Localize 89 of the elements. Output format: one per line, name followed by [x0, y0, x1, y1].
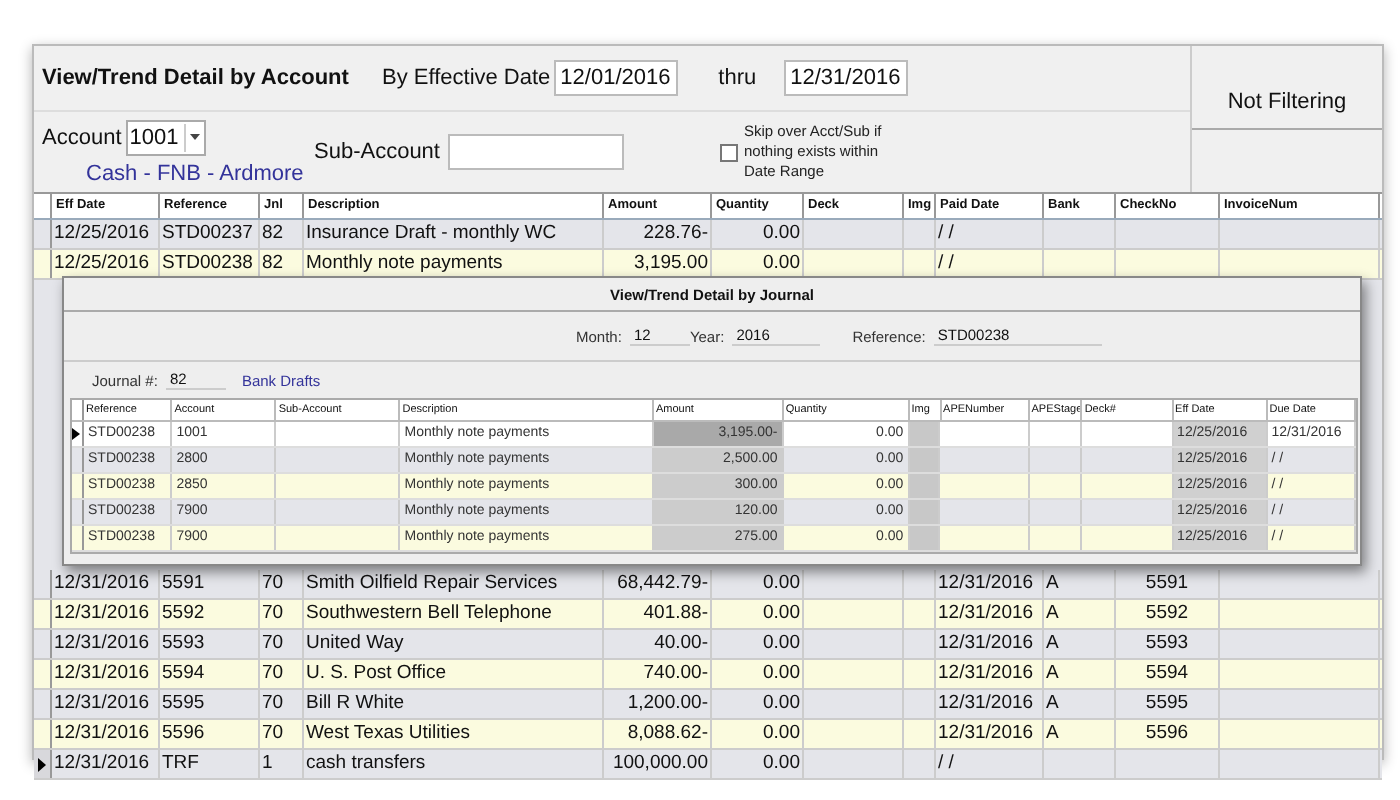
- table-cell: 228.76-: [604, 220, 712, 248]
- table-cell: 70: [260, 660, 304, 688]
- table-cell: 5591: [1116, 570, 1220, 598]
- table-cell: 12/31/2016: [936, 660, 1044, 688]
- table-cell: [909, 474, 941, 498]
- row-selector[interactable]: [34, 750, 52, 778]
- table-cell: TRF: [160, 750, 260, 778]
- table-cell: 12/31/2016: [52, 720, 160, 748]
- table-cell: 5595: [160, 690, 260, 718]
- window-title: View/Trend Detail by Account: [42, 66, 351, 90]
- table-cell: 0.00: [712, 750, 804, 778]
- filter-status: Not Filtering: [1192, 90, 1382, 130]
- table-cell: Smith Oilfield Repair Services: [304, 570, 604, 598]
- sub-account-field[interactable]: [447, 134, 624, 170]
- skip-checkbox[interactable]: [719, 143, 738, 161]
- table-cell: / /: [936, 220, 1044, 248]
- date-label: By Effective Date: [382, 66, 551, 90]
- table-cell: [909, 526, 941, 550]
- table-cell: 12/31/2016: [52, 690, 160, 718]
- table-cell: 1,200.00-: [604, 690, 712, 718]
- table-cell: 70: [260, 720, 304, 748]
- table-cell: 70: [260, 690, 304, 718]
- table-cell: 401.88-: [604, 600, 712, 628]
- table-cell: 5591: [160, 570, 260, 598]
- table-cell: Insurance Draft - monthly WC: [304, 220, 604, 248]
- table-cell: West Texas Utilities: [304, 720, 604, 748]
- table-cell: 12/31/2016: [52, 750, 160, 778]
- table-cell: [909, 448, 941, 472]
- table-cell: STD00237: [160, 220, 260, 248]
- table-cell: United Way: [304, 630, 604, 658]
- row-pointer-icon: [38, 757, 46, 771]
- table-cell: 12/25/2016: [52, 220, 160, 248]
- table-cell: Bill R White: [304, 690, 604, 718]
- table-cell: 8,088.62-: [604, 720, 712, 748]
- table-cell: 12/31/2016: [52, 600, 160, 628]
- table-cell: 12/31/2016: [936, 720, 1044, 748]
- table-cell: 70: [260, 570, 304, 598]
- table-cell: 70: [260, 600, 304, 628]
- table-cell: 5596: [1116, 720, 1220, 748]
- table-cell: 5593: [1116, 630, 1220, 658]
- table-cell: 0.00: [712, 630, 804, 658]
- table-cell: A: [1044, 630, 1116, 658]
- table-cell: 0.00: [712, 600, 804, 628]
- table-cell: cash transfers: [304, 750, 604, 778]
- table-cell: 68,442.79-: [604, 570, 712, 598]
- table-cell: 70: [260, 630, 304, 658]
- table-cell: [909, 422, 941, 446]
- account-label: Account: [42, 125, 122, 149]
- table-cell: A: [1044, 570, 1116, 598]
- table-cell: A: [1044, 720, 1116, 748]
- table-cell: 5593: [160, 630, 260, 658]
- thru-label: thru: [718, 66, 757, 90]
- table-cell: 0.00: [712, 570, 804, 598]
- table-cell: 0.00: [712, 690, 804, 718]
- table-cell: 5595: [1116, 690, 1220, 718]
- table-cell: 5594: [160, 660, 260, 688]
- table-cell: 12/31/2016: [936, 690, 1044, 718]
- table-cell: 100,000.00: [604, 750, 712, 778]
- table-cell: 5594: [1116, 660, 1220, 688]
- table-cell: 1: [260, 750, 304, 778]
- table-cell: A: [1044, 690, 1116, 718]
- table-cell: 40.00-: [604, 630, 712, 658]
- row-pointer-icon: [72, 428, 80, 440]
- table-cell: A: [1044, 660, 1116, 688]
- table-cell: 740.00-: [604, 660, 712, 688]
- sub-account-label: Sub-Account: [314, 140, 440, 164]
- table-cell: 12/31/2016: [936, 570, 1044, 598]
- table-cell: 5592: [1116, 600, 1220, 628]
- table-cell: U. S. Post Office: [304, 660, 604, 688]
- end-date-field[interactable]: 12/31/2016: [784, 60, 909, 96]
- table-cell: 0.00: [712, 660, 804, 688]
- table-cell: 5592: [160, 600, 260, 628]
- account-name: Cash - FNB - Ardmore: [86, 161, 306, 185]
- table-cell: 12/31/2016: [52, 630, 160, 658]
- caret-icon: [190, 134, 201, 140]
- account-dropdown[interactable]: 1001: [125, 119, 207, 155]
- table-cell: 0.00: [712, 720, 804, 748]
- table-cell: 12/31/2016: [936, 630, 1044, 658]
- table-cell: A: [1044, 600, 1116, 628]
- table-cell: 5596: [160, 720, 260, 748]
- table-cell: 12/31/2016: [936, 600, 1044, 628]
- table-cell: [909, 500, 941, 524]
- table-cell: 12/31/2016: [52, 570, 160, 598]
- start-date-field[interactable]: 12/01/2016: [554, 60, 679, 96]
- table-cell: / /: [936, 750, 1044, 778]
- table-cell: 82: [260, 220, 304, 248]
- table-cell: 12/31/2016: [52, 660, 160, 688]
- table-cell: Southwestern Bell Telephone: [304, 600, 604, 628]
- table-cell: 0.00: [712, 220, 804, 248]
